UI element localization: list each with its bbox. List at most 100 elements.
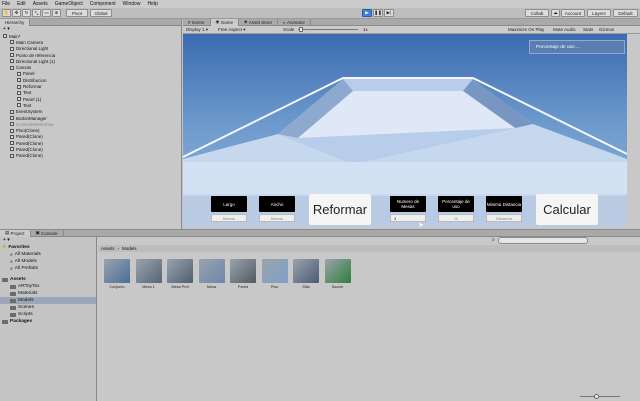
menu-gameobject[interactable]: GameObject — [55, 1, 83, 7]
rotate-tool-icon[interactable]: ↻ — [22, 9, 31, 17]
game-view-side — [628, 34, 640, 227]
tab-scene[interactable]: # Scene — [183, 18, 211, 26]
tab-asset-store[interactable]: ◈ Asset Store — [239, 18, 278, 26]
gameobject-icon — [10, 53, 14, 58]
folder-icon — [2, 319, 8, 324]
scale-tool-icon[interactable]: ⤡ — [32, 9, 41, 17]
asset-label: Piso — [270, 285, 279, 289]
gameobject-icon — [10, 40, 14, 45]
hierarchy-item-label: Directional Light — [16, 46, 49, 52]
thumbnail-slider-handle[interactable] — [594, 394, 599, 399]
asset-item[interactable]: Mesa Prof — [167, 259, 193, 289]
asset-item[interactable]: Soccer — [324, 259, 351, 289]
ancho-label: Ancho — [259, 196, 295, 212]
hierarchy-item-label: Main Camera — [16, 39, 44, 45]
hierarchy-item-label: Pared(Clone) — [16, 134, 43, 140]
menu-help[interactable]: Help — [147, 1, 157, 7]
search-icon: ⌕ — [10, 252, 13, 258]
asset-item[interactable]: Pared — [230, 259, 256, 289]
breadcrumb-models[interactable]: Models — [122, 246, 137, 251]
assets-folder[interactable]: Assets — [0, 276, 96, 283]
gameobject-icon — [10, 116, 14, 120]
project-create-dropdown[interactable]: + ▾ — [0, 237, 96, 244]
asset-item[interactable]: Conjunto — [104, 259, 130, 289]
folder-scripts[interactable]: Scripts — [0, 311, 96, 318]
minima-distancia-input[interactable]: Distancia — [486, 214, 522, 222]
menu-assets[interactable]: Assets — [33, 1, 48, 7]
tab-game[interactable]: ◉ Game — [210, 18, 239, 26]
hierarchy-item-label: ButtonManager — [16, 115, 47, 121]
folder-artoytex[interactable]: ARToyTex — [0, 283, 96, 290]
model-thumbnail-icon — [135, 259, 162, 283]
move-tool-icon[interactable]: ✥ — [12, 9, 21, 17]
asset-item[interactable]: Silla — [293, 259, 319, 289]
rect-tool-icon[interactable]: ▭ — [42, 9, 51, 17]
project-tabs: ▤ Project ▣ Console — [0, 229, 640, 237]
display-dropdown[interactable]: Display 1 ▾ — [186, 27, 208, 33]
stats-toggle[interactable]: Stats — [583, 27, 593, 32]
asset-label: Soccer — [331, 285, 344, 289]
porcentaje-uso-input[interactable]: % — [438, 214, 474, 222]
create-dropdown[interactable]: + ▾ — [0, 26, 181, 33]
favorites-header[interactable]: ★ Favorites — [0, 244, 96, 251]
menu-file[interactable]: File — [2, 1, 10, 7]
search-icon: ⌕ — [492, 237, 495, 243]
unity-scene-icon — [3, 34, 7, 39]
gameobject-icon — [17, 90, 21, 95]
hierarchy-item-label: Panel — [23, 71, 35, 77]
global-toggle[interactable]: Global — [90, 9, 112, 17]
fav-all-materials[interactable]: ⌕ All Materials — [0, 251, 96, 258]
cloud-icon[interactable]: ☁ — [551, 9, 560, 17]
tab-hierarchy[interactable]: Hierarchy — [0, 18, 31, 26]
maximize-on-play-toggle[interactable]: Maximize On Play — [508, 27, 544, 32]
pause-button-icon[interactable]: ❚❚ — [373, 9, 383, 17]
tab-console[interactable]: ▣ Console — [31, 229, 64, 237]
model-thumbnail-icon — [293, 259, 319, 283]
asset-item[interactable]: Mesa — [198, 259, 225, 289]
menu-edit[interactable]: Edit — [17, 1, 26, 7]
reformar-button[interactable]: Reformar — [309, 194, 371, 225]
breadcrumb-assets[interactable]: Assets — [101, 246, 115, 251]
layout-dropdown[interactable]: Default — [613, 9, 638, 17]
gameobject-icon — [10, 153, 14, 158]
asset-item[interactable]: Mesa 1 — [135, 259, 162, 289]
mouse-cursor-icon: ➤ — [418, 222, 424, 227]
gameobject-icon — [10, 46, 14, 51]
aspect-dropdown[interactable]: Free Aspect ▾ — [218, 27, 246, 33]
calcular-button[interactable]: Calcular — [536, 194, 598, 225]
hierarchy-item[interactable]: Pared(Clone) — [0, 153, 181, 159]
transform-tool-icon[interactable]: ⊕ — [52, 9, 61, 17]
fav-all-models[interactable]: ⌕ All Models — [0, 258, 96, 265]
folder-models[interactable]: Models — [0, 297, 96, 304]
gameobject-icon — [10, 128, 14, 133]
scale-slider-handle[interactable] — [299, 27, 303, 32]
mute-audio-toggle[interactable]: Mute Audio — [553, 27, 576, 32]
menu-window[interactable]: Window — [123, 1, 141, 7]
tab-project[interactable]: ▤ Project — [0, 229, 31, 237]
asset-item[interactable]: Piso — [261, 259, 288, 289]
game-view[interactable]: Porcentaje de uso ... Largo Metros Ancho… — [183, 34, 627, 227]
menu-component[interactable]: Component — [90, 1, 116, 7]
ancho-input[interactable]: Metros — [259, 214, 295, 222]
folder-icon — [2, 277, 8, 282]
scale-slider[interactable] — [298, 29, 358, 30]
folder-materials[interactable]: Materials — [0, 290, 96, 297]
play-button-icon[interactable]: ▶ — [362, 9, 372, 17]
hand-tool-icon[interactable]: ✋ — [2, 9, 11, 17]
account-dropdown[interactable]: Account — [561, 9, 585, 17]
largo-input[interactable]: Metros — [211, 214, 247, 222]
thumbnail-size-slider[interactable] — [580, 396, 620, 397]
folder-icon — [10, 312, 16, 317]
minima-distancia-label: Minima Distancia — [486, 196, 522, 212]
folder-scenes[interactable]: Scenes — [0, 304, 96, 311]
packages-folder[interactable]: Packages — [0, 318, 96, 325]
pivot-toggle[interactable]: Pivot — [66, 9, 88, 17]
project-search-input[interactable] — [498, 237, 588, 244]
fav-all-prefabs[interactable]: ⌕ All Prefabs — [0, 265, 96, 272]
collab-dropdown[interactable]: Collab — [525, 9, 549, 17]
layers-dropdown[interactable]: Layers — [587, 9, 611, 17]
gizmos-dropdown[interactable]: Gizmos — [599, 27, 614, 32]
step-button-icon[interactable]: ▶| — [384, 9, 394, 17]
gameobject-icon — [17, 78, 21, 83]
tab-animator[interactable]: ◐ Animator — [278, 18, 311, 26]
